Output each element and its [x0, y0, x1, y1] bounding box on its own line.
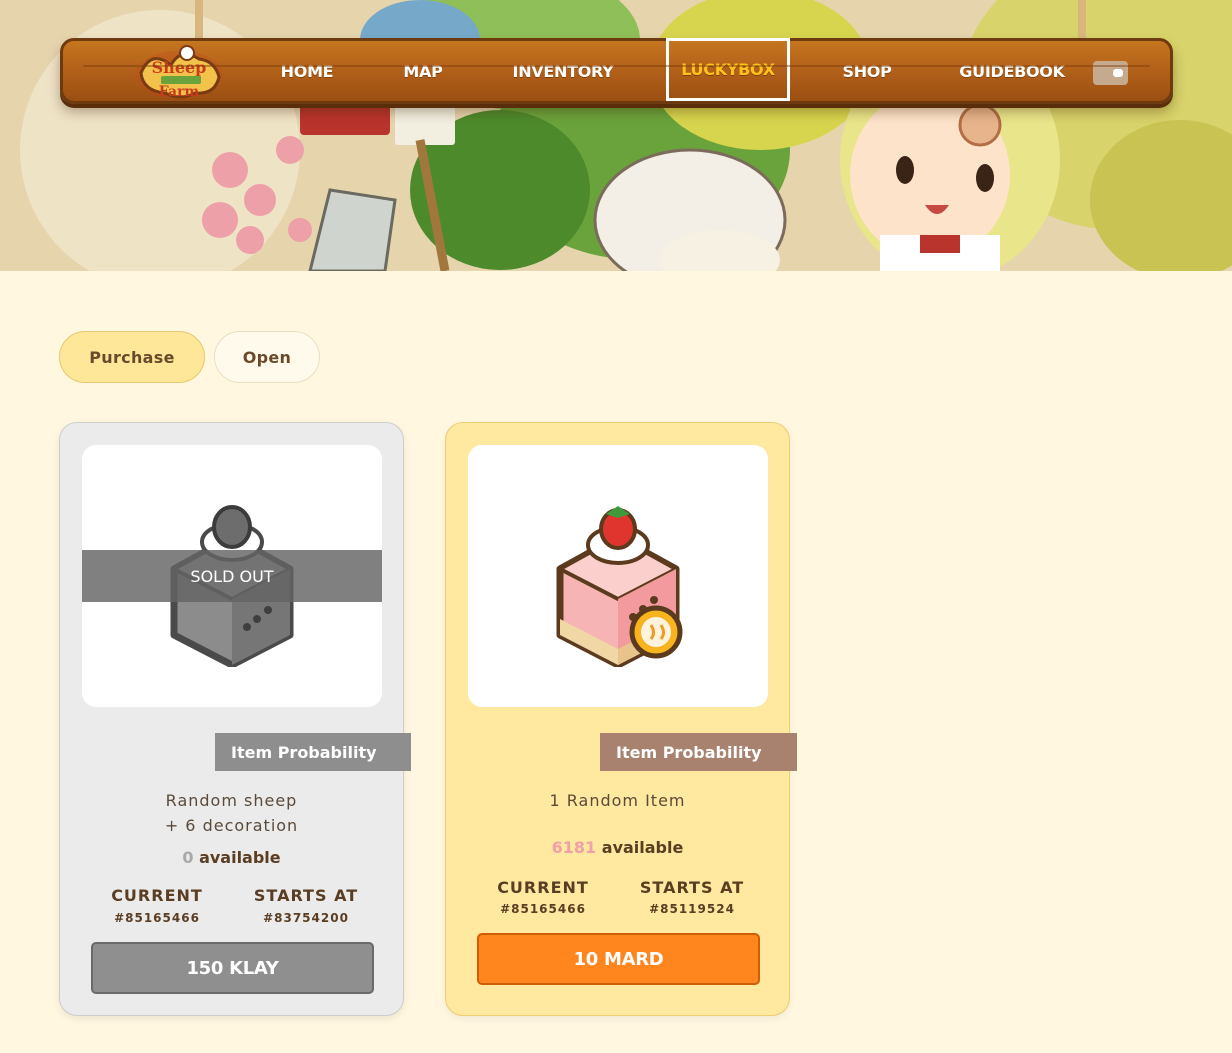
nav-guidebook[interactable]: GUIDEBOOK [953, 41, 1071, 101]
svg-text:Farm: Farm [159, 84, 200, 100]
available-count: 0 available [60, 848, 403, 867]
nav-inventory[interactable]: INVENTORY [508, 41, 618, 101]
current-label: CURRENT [111, 886, 203, 905]
available-label: available [199, 848, 281, 867]
sold-out-overlay: SOLD OUT [82, 550, 382, 602]
tab-purchase[interactable]: Purchase [59, 331, 205, 383]
luckybox-card-item: Item Probability 1 Random Item 6181 avai… [445, 422, 797, 1016]
available-number: 0 [182, 848, 194, 867]
tab-open[interactable]: Open [214, 331, 320, 383]
box-description: 1 Random Item [549, 791, 686, 810]
svg-text:Sheep: Sheep [152, 58, 207, 77]
current-value: #85165466 [500, 902, 586, 916]
buy-button[interactable]: 150 KLAY [91, 942, 374, 994]
main-nav: Sheep Farm HOME MAP INVENTORY LUCKYBOX S… [60, 38, 1173, 104]
buy-button[interactable]: 10 MARD [477, 933, 760, 985]
nav-shop[interactable]: SHOP [838, 41, 896, 101]
box-description: + 6 decoration [164, 816, 299, 835]
nav-map[interactable]: MAP [398, 41, 448, 101]
starts-at-value: #85119524 [649, 902, 735, 916]
wallet-icon [1113, 69, 1123, 77]
current-value: #85165466 [114, 911, 200, 925]
nav-home[interactable]: HOME [275, 41, 339, 101]
available-label: available [601, 838, 684, 857]
item-probability-button[interactable]: Item Probability [215, 733, 411, 771]
starts-at-label: STARTS AT [253, 886, 359, 905]
current-label: CURRENT [497, 878, 589, 897]
starts-at-label: STARTS AT [639, 878, 745, 897]
luckybox-card-sheep: SOLD OUT Item Probability Random sheep +… [59, 422, 411, 1016]
hero-banner: Sheep Farm HOME MAP INVENTORY LUCKYBOX S… [0, 0, 1232, 271]
luckybox-image [468, 445, 768, 707]
starts-at-value: #83754200 [263, 911, 349, 925]
nav-luckybox[interactable]: LUCKYBOX [666, 38, 790, 101]
available-number: 6181 [551, 838, 597, 857]
box-description: Random sheep [165, 791, 298, 810]
sheep-farm-logo[interactable]: Sheep Farm [131, 43, 227, 103]
strawberry-cake-box-icon [556, 506, 683, 667]
item-probability-button[interactable]: Item Probability [600, 733, 797, 771]
available-count: 6181 available [446, 838, 789, 857]
wallet-button[interactable] [1093, 61, 1128, 85]
luckybox-image: SOLD OUT [82, 445, 382, 707]
